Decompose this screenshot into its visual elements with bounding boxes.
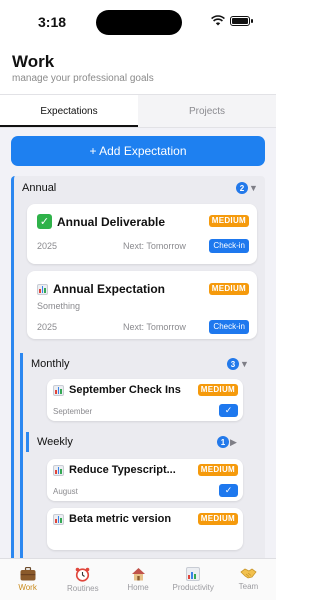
card-title-row: Reduce Typescript...: [53, 464, 176, 476]
bar-chart-icon: [53, 384, 64, 396]
card-year: 2025: [37, 241, 58, 251]
status-bar: 3:18: [0, 0, 276, 44]
card-title-row: ✓ Annual Deliverable: [37, 214, 165, 229]
bar-chart-icon: [53, 464, 64, 476]
priority-badge: MEDIUM: [197, 513, 238, 525]
tab-routines[interactable]: Routines: [55, 559, 110, 600]
dynamic-island: [96, 10, 182, 35]
priority-badge: MEDIUM: [197, 464, 238, 476]
check-mark-icon: ✓: [37, 214, 52, 229]
monthly-group-title: Monthly: [31, 358, 70, 370]
chevron-down-icon: ▼: [249, 183, 258, 193]
bar-chart-icon: [37, 283, 48, 295]
house-icon: [131, 568, 145, 581]
tab-team-label: Team: [238, 582, 259, 591]
weekly-group: Weekly 1 ▶: [26, 432, 238, 452]
page-title: Work: [12, 52, 55, 71]
card-title-row: September Check Ins: [53, 384, 181, 396]
checkin-button[interactable]: Check-in: [209, 239, 249, 253]
page-subtitle: manage your professional goals: [12, 73, 154, 84]
card-title: Annual Deliverable: [57, 214, 166, 229]
tab-home[interactable]: Home: [110, 559, 165, 600]
tab-productivity-label: Productivity: [172, 583, 214, 592]
card-title: September Check Ins: [69, 384, 181, 396]
card-title-row: Annual Expectation: [37, 282, 165, 296]
checkin-button[interactable]: Check-in: [209, 320, 249, 334]
status-time: 3:18: [38, 14, 67, 30]
card-title: Annual Expectation: [53, 282, 166, 296]
tab-projects[interactable]: Projects: [138, 95, 276, 127]
annual-group-header[interactable]: Annual: [22, 182, 56, 194]
card-description: Something: [37, 301, 81, 311]
weekly-count[interactable]: 1 ▶: [217, 436, 237, 448]
tab-team[interactable]: Team: [221, 559, 276, 600]
add-expectation-label: + Add Expectation: [89, 144, 187, 158]
annual-count-badge: 2: [236, 182, 248, 194]
tab-work-label: Work: [18, 583, 37, 592]
annual-group-title: Annual: [22, 182, 57, 194]
monthly-count[interactable]: 3 ▼: [227, 358, 249, 370]
checkmark-done-icon[interactable]: ✓: [219, 404, 238, 417]
bottom-tab-bar: Work Routines Home Productivity Team: [0, 558, 276, 600]
bar-chart-icon: [53, 513, 64, 525]
tab-work[interactable]: Work: [0, 559, 55, 600]
tab-expectations[interactable]: Expectations: [0, 95, 138, 127]
card-september-check-ins[interactable]: September Check Ins MEDIUM September ✓: [47, 379, 243, 421]
briefcase-icon: [20, 567, 36, 581]
segment-tabs: Expectations Projects: [0, 94, 276, 128]
monthly-group-header[interactable]: Monthly: [31, 358, 70, 370]
wifi-icon: [211, 15, 225, 26]
card-title-row: Beta metric version: [53, 513, 171, 525]
alarm-clock-icon: [75, 567, 90, 582]
handshake-icon: [240, 568, 257, 579]
card-title: Beta metric version: [69, 513, 172, 525]
priority-badge: MEDIUM: [197, 384, 238, 396]
card-reduce-typescript[interactable]: Reduce Typescript... MEDIUM August ✓: [47, 459, 243, 501]
weekly-group-header[interactable]: Weekly: [37, 436, 73, 448]
battery-icon: [230, 15, 253, 26]
monthly-group: Monthly 3 ▼ September Check Ins MEDIUM S…: [20, 353, 252, 558]
card-next-due: Next: Tomorrow: [123, 241, 186, 251]
card-month: August: [53, 487, 78, 496]
bar-chart-icon: [186, 567, 201, 581]
status-icons: [211, 15, 253, 26]
chevron-right-icon: ▶: [230, 436, 237, 447]
card-month: September: [53, 407, 93, 416]
priority-badge: MEDIUM: [208, 283, 249, 295]
card-annual-expectation[interactable]: Annual Expectation MEDIUM Something 2025…: [27, 271, 257, 339]
add-expectation-button[interactable]: + Add Expectation: [11, 136, 265, 166]
chevron-down-icon: ▼: [240, 359, 249, 369]
tab-routines-label: Routines: [67, 584, 99, 593]
tab-productivity[interactable]: Productivity: [166, 559, 221, 600]
card-year: 2025: [37, 322, 58, 332]
expectations-list[interactable]: + Add Expectation Annual 2 ▼ ✓ Annual De…: [0, 128, 276, 558]
card-annual-deliverable[interactable]: ✓ Annual Deliverable MEDIUM 2025 Next: T…: [27, 204, 257, 264]
weekly-count-badge: 1: [217, 436, 229, 448]
checkmark-done-icon[interactable]: ✓: [219, 484, 238, 497]
annual-count[interactable]: 2 ▼: [236, 182, 258, 194]
weekly-group-title: Weekly: [37, 436, 73, 448]
tab-home-label: Home: [127, 583, 149, 592]
priority-badge: MEDIUM: [208, 215, 249, 227]
card-next-due: Next: Tomorrow: [123, 322, 186, 332]
monthly-count-badge: 3: [227, 358, 239, 370]
card-title: Reduce Typescript...: [69, 464, 176, 476]
card-beta-metric-version[interactable]: Beta metric version MEDIUM: [47, 508, 243, 550]
